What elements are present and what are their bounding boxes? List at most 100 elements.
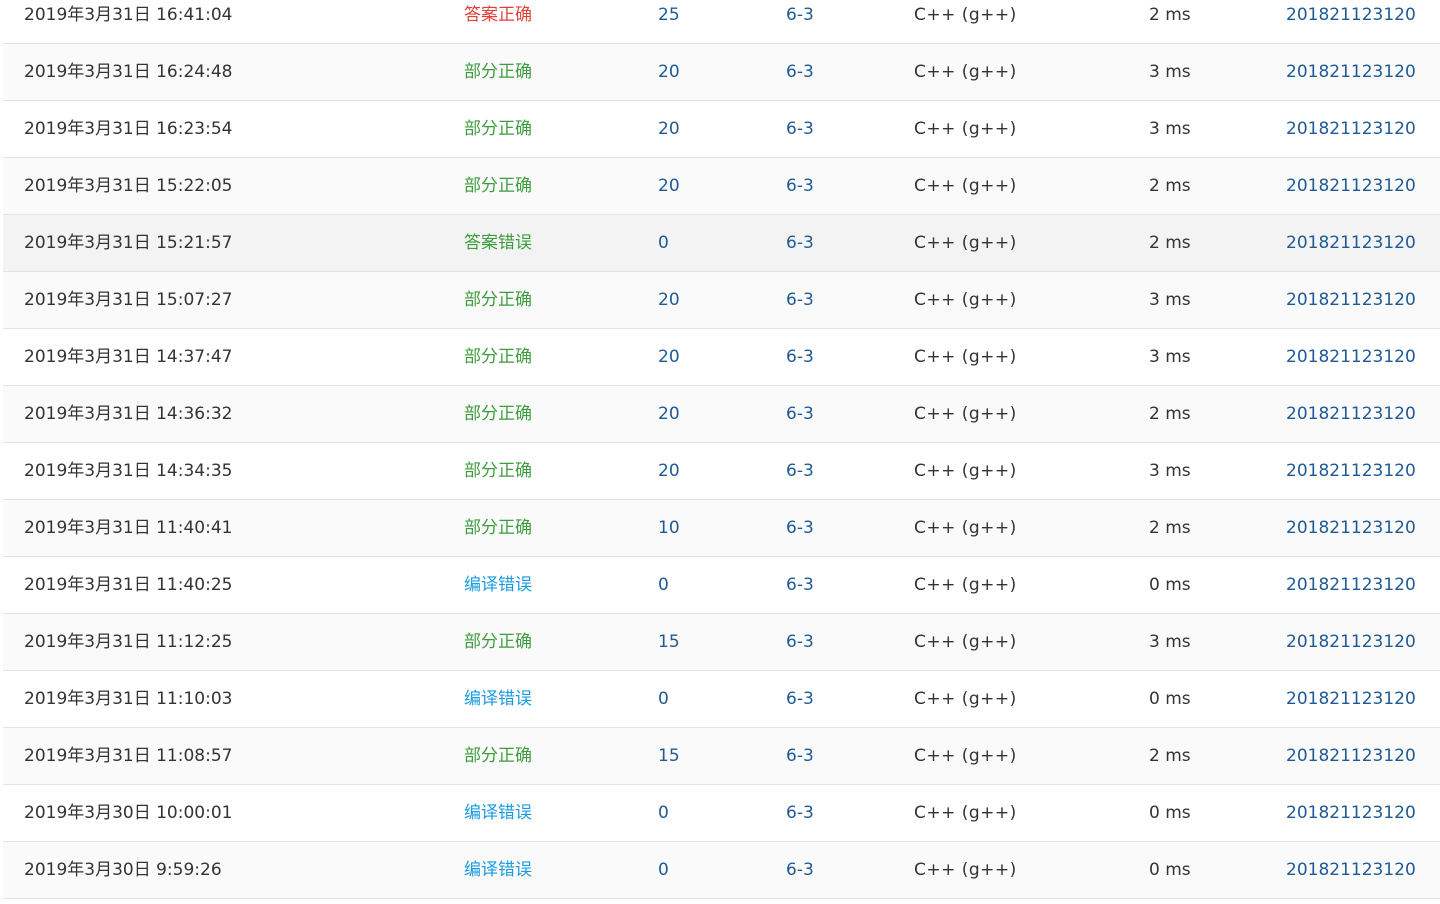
score-link[interactable]: 0	[658, 785, 669, 841]
time-used: 0 ms	[1149, 803, 1191, 823]
status-link[interactable]: 部分正确	[464, 101, 532, 157]
time-used: 0 ms	[1149, 860, 1191, 880]
submit-time: 2019年3月31日 16:41:04	[24, 5, 233, 25]
score-link[interactable]: 15	[658, 614, 680, 670]
submissions-table: 2019年3月31日 16:41:04 答案正确 25 6-3 C++ (g++) 2 m…	[3, 0, 1440, 899]
problem-link[interactable]: 6-3	[786, 158, 814, 214]
user-link[interactable]: 201821123120	[1286, 44, 1416, 100]
compiler-label: C++ (g++)	[914, 290, 1017, 310]
score-link[interactable]: 10	[658, 500, 680, 556]
user-link[interactable]: 201821123120	[1286, 0, 1416, 43]
status-link[interactable]: 编译错误	[464, 785, 532, 841]
compiler-label: C++ (g++)	[914, 5, 1017, 25]
status-link[interactable]: 部分正确	[464, 614, 532, 670]
submit-time: 2019年3月31日 14:37:47	[24, 347, 233, 367]
user-link[interactable]: 201821123120	[1286, 671, 1416, 727]
score-link[interactable]: 20	[658, 272, 680, 328]
submit-time: 2019年3月31日 15:07:27	[24, 290, 233, 310]
problem-link[interactable]: 6-3	[786, 329, 814, 385]
table-row: 2019年3月31日 15:07:27 部分正确 20 6-3 C++ (g++) 3 m…	[3, 272, 1440, 329]
time-used: 2 ms	[1149, 5, 1191, 25]
status-link[interactable]: 部分正确	[464, 443, 532, 499]
score-link[interactable]: 20	[658, 386, 680, 442]
time-used: 0 ms	[1149, 575, 1191, 595]
status-link[interactable]: 答案正确	[464, 0, 532, 43]
user-link[interactable]: 201821123120	[1286, 614, 1416, 670]
submit-time: 2019年3月31日 14:34:35	[24, 461, 233, 481]
problem-link[interactable]: 6-3	[786, 614, 814, 670]
submit-time: 2019年3月31日 15:21:57	[24, 233, 233, 253]
status-link[interactable]: 部分正确	[464, 44, 532, 100]
table-row: 2019年3月31日 11:40:41 部分正确 10 6-3 C++ (g++) 2 m…	[3, 500, 1440, 557]
time-used: 3 ms	[1149, 632, 1191, 652]
submit-time: 2019年3月31日 16:23:54	[24, 119, 233, 139]
table-row: 2019年3月31日 11:12:25 部分正确 15 6-3 C++ (g++) 3 m…	[3, 614, 1440, 671]
status-link[interactable]: 编译错误	[464, 671, 532, 727]
table-row: 2019年3月31日 15:22:05 部分正确 20 6-3 C++ (g++) 2 m…	[3, 158, 1440, 215]
problem-link[interactable]: 6-3	[786, 386, 814, 442]
user-link[interactable]: 201821123120	[1286, 329, 1416, 385]
score-link[interactable]: 20	[658, 101, 680, 157]
compiler-label: C++ (g++)	[914, 860, 1017, 880]
user-link[interactable]: 201821123120	[1286, 101, 1416, 157]
status-link[interactable]: 部分正确	[464, 272, 532, 328]
problem-link[interactable]: 6-3	[786, 671, 814, 727]
problem-link[interactable]: 6-3	[786, 557, 814, 613]
score-link[interactable]: 25	[658, 0, 680, 43]
compiler-label: C++ (g++)	[914, 803, 1017, 823]
problem-link[interactable]: 6-3	[786, 443, 814, 499]
status-link[interactable]: 答案错误	[464, 215, 532, 271]
submit-time: 2019年3月31日 11:10:03	[24, 689, 233, 709]
problem-link[interactable]: 6-3	[786, 44, 814, 100]
status-link[interactable]: 部分正确	[464, 728, 532, 784]
problem-link[interactable]: 6-3	[786, 215, 814, 271]
score-link[interactable]: 0	[658, 842, 669, 898]
score-link[interactable]: 15	[658, 728, 680, 784]
status-link[interactable]: 编译错误	[464, 557, 532, 613]
problem-link[interactable]: 6-3	[786, 728, 814, 784]
score-link[interactable]: 20	[658, 158, 680, 214]
problem-link[interactable]: 6-3	[786, 101, 814, 157]
submit-time: 2019年3月31日 11:40:41	[24, 518, 233, 538]
problem-link[interactable]: 6-3	[786, 785, 814, 841]
table-row: 2019年3月31日 11:40:25 编译错误 0 6-3 C++ (g++) 0 ms…	[3, 557, 1440, 614]
table-row: 2019年3月31日 14:37:47 部分正确 20 6-3 C++ (g++) 3 m…	[3, 329, 1440, 386]
compiler-label: C++ (g++)	[914, 689, 1017, 709]
score-link[interactable]: 0	[658, 557, 669, 613]
status-link[interactable]: 部分正确	[464, 500, 532, 556]
problem-link[interactable]: 6-3	[786, 272, 814, 328]
status-link[interactable]: 部分正确	[464, 329, 532, 385]
problem-link[interactable]: 6-3	[786, 842, 814, 898]
score-link[interactable]: 0	[658, 215, 669, 271]
user-link[interactable]: 201821123120	[1286, 500, 1416, 556]
score-link[interactable]: 0	[658, 671, 669, 727]
problem-link[interactable]: 6-3	[786, 0, 814, 43]
problem-link[interactable]: 6-3	[786, 500, 814, 556]
user-link[interactable]: 201821123120	[1286, 785, 1416, 841]
time-used: 3 ms	[1149, 347, 1191, 367]
user-link[interactable]: 201821123120	[1286, 557, 1416, 613]
user-link[interactable]: 201821123120	[1286, 158, 1416, 214]
status-link[interactable]: 部分正确	[464, 386, 532, 442]
status-link[interactable]: 编译错误	[464, 842, 532, 898]
user-link[interactable]: 201821123120	[1286, 728, 1416, 784]
status-link[interactable]: 部分正确	[464, 158, 532, 214]
score-link[interactable]: 20	[658, 443, 680, 499]
compiler-label: C++ (g++)	[914, 233, 1017, 253]
user-link[interactable]: 201821123120	[1286, 842, 1416, 898]
compiler-label: C++ (g++)	[914, 461, 1017, 481]
compiler-label: C++ (g++)	[914, 575, 1017, 595]
score-link[interactable]: 20	[658, 329, 680, 385]
time-used: 2 ms	[1149, 518, 1191, 538]
score-link[interactable]: 20	[658, 44, 680, 100]
time-used: 0 ms	[1149, 689, 1191, 709]
user-link[interactable]: 201821123120	[1286, 386, 1416, 442]
table-row: 2019年3月31日 16:24:48 部分正确 20 6-3 C++ (g++) 3 m…	[3, 44, 1440, 101]
compiler-label: C++ (g++)	[914, 746, 1017, 766]
table-row: 2019年3月31日 11:10:03 编译错误 0 6-3 C++ (g++) 0 ms…	[3, 671, 1440, 728]
user-link[interactable]: 201821123120	[1286, 443, 1416, 499]
user-link[interactable]: 201821123120	[1286, 215, 1416, 271]
user-link[interactable]: 201821123120	[1286, 272, 1416, 328]
compiler-label: C++ (g++)	[914, 62, 1017, 82]
table-row: 2019年3月31日 14:36:32 部分正确 20 6-3 C++ (g++) 2 m…	[3, 386, 1440, 443]
